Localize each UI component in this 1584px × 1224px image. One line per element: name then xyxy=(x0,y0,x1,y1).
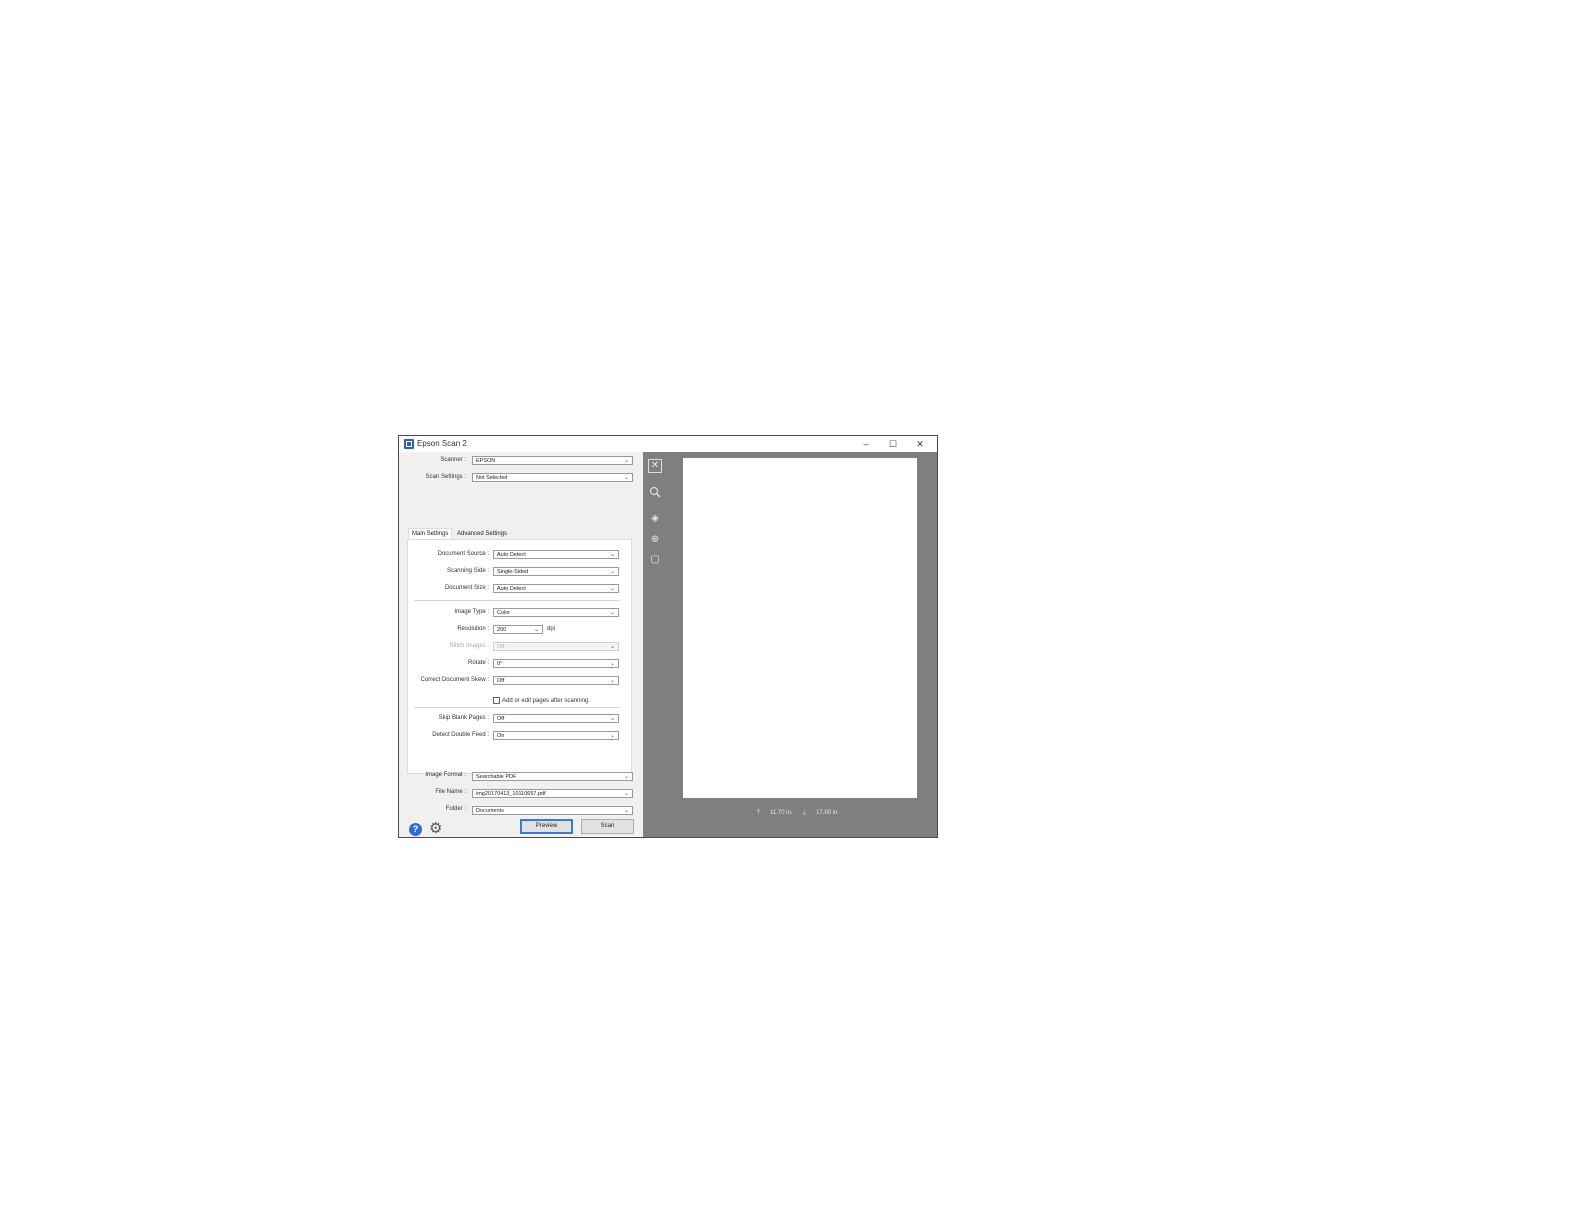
chevron-down-icon: ⌄ xyxy=(609,661,615,667)
height-icon: ⤓ xyxy=(803,810,806,816)
resolution-select[interactable]: 200 ⌄ xyxy=(493,625,543,634)
scanner-value: EPSON xyxy=(476,458,496,464)
main-settings-panel: Document Source : Auto Detect ⌄ Scanning … xyxy=(407,539,632,774)
skip-blank-label: Skip Blank Pages : xyxy=(438,715,489,721)
double-feed-label: Detect Double Feed : xyxy=(432,732,489,738)
rotate-value: 0° xyxy=(497,661,503,667)
image-format-label: Image Format : xyxy=(425,772,466,778)
minimize-button[interactable]: – xyxy=(855,437,877,451)
add-edit-pages-label[interactable]: Add or edit pages after scanning xyxy=(502,698,588,704)
preview-page xyxy=(683,458,917,798)
image-format-value: Searchable PDF xyxy=(476,774,517,780)
chevron-down-icon: ⌄ xyxy=(609,678,615,684)
document-size-label: Document Size : xyxy=(444,585,489,591)
preview-button[interactable]: Preview xyxy=(520,819,573,834)
document-source-label: Document Source : xyxy=(437,551,489,557)
double-feed-select[interactable]: On ⌄ xyxy=(493,731,619,740)
stitch-images-value: Off xyxy=(497,644,505,650)
chevron-down-icon: ⌄ xyxy=(609,569,615,575)
resolution-label: Resolution : xyxy=(457,626,489,632)
chevron-down-icon: ⌄ xyxy=(609,552,615,558)
document-source-value: Auto Detect xyxy=(497,552,526,558)
app-icon xyxy=(404,439,414,449)
document-size-value: Auto Detect xyxy=(497,586,526,592)
scan-settings-value: Not Selected xyxy=(476,475,508,481)
file-name-value: img20170413_10110657.pdf xyxy=(476,791,546,797)
chevron-down-icon: ⌄ xyxy=(609,716,615,722)
scanning-side-value: Single-Sided xyxy=(497,569,529,575)
scan-button[interactable]: Scan xyxy=(581,819,634,834)
double-feed-value: On xyxy=(497,733,505,739)
scanner-select[interactable]: EPSON ⌄ xyxy=(472,456,633,465)
zoom-icon[interactable] xyxy=(648,486,662,500)
chevron-down-icon: ⌄ xyxy=(609,644,615,650)
chevron-down-icon: ⌄ xyxy=(623,774,629,780)
settings-panel: Scanner : EPSON ⌄ Scan Settings : Not Sel… xyxy=(399,452,639,837)
epson-scan-window: Epson Scan 2 – ☐ ✕ Scanner : EPSON ⌄ Scan… xyxy=(398,435,938,838)
folder-value: Documents xyxy=(476,808,504,814)
scanning-side-select[interactable]: Single-Sided ⌄ xyxy=(493,567,619,576)
add-edit-pages-checkbox[interactable] xyxy=(493,697,500,704)
image-format-select[interactable]: Searchable PDF ⌄ xyxy=(472,772,633,781)
maximize-button[interactable]: ☐ xyxy=(882,437,904,451)
resolution-unit: dpi xyxy=(547,626,556,632)
document-size-select[interactable]: Auto Detect ⌄ xyxy=(493,584,619,593)
chevron-down-icon: ⌄ xyxy=(623,808,629,814)
height-value: 17.00 in. xyxy=(816,810,840,816)
rotate-label: Rotate : xyxy=(467,660,489,666)
rotate-select[interactable]: 0° ⌄ xyxy=(493,659,619,668)
window-title: Epson Scan 2 xyxy=(417,439,467,448)
file-name-select[interactable]: img20170413_10110657.pdf ⌄ xyxy=(472,789,633,798)
chevron-down-icon: ⌄ xyxy=(623,458,629,464)
scanning-side-label: Scanning Side : xyxy=(446,568,489,574)
image-type-value: Color xyxy=(497,610,511,616)
preview-area: ✕ ◈ ⊕ ▢ ⤒ 11.70 in. ⤓ 17.00 in. xyxy=(643,452,937,837)
width-value: 11.70 in. xyxy=(770,810,793,816)
scan-settings-label: Scan Settings : xyxy=(425,474,466,480)
width-icon: ⤒ xyxy=(757,810,760,816)
crop-icon[interactable]: ▢ xyxy=(648,553,662,567)
zoom-icon-graphic xyxy=(649,486,661,498)
folder-label: Folder : xyxy=(445,806,466,812)
file-name-label: File Name : xyxy=(435,789,466,795)
close-preview-icon[interactable]: ✕ xyxy=(648,459,662,473)
chevron-down-icon: ⌄ xyxy=(623,791,629,797)
folder-select[interactable]: Documents ⌄ xyxy=(472,806,633,815)
chevron-down-icon: ⌄ xyxy=(533,627,539,633)
chevron-down-icon: ⌄ xyxy=(609,586,615,592)
correct-skew-label: Correct Document Skew : xyxy=(420,677,489,683)
skip-blank-value: Off xyxy=(497,716,505,722)
chevron-down-icon: ⌄ xyxy=(609,733,615,739)
rotate-icon[interactable]: ◈ xyxy=(648,512,662,526)
resolution-value: 200 xyxy=(497,627,507,633)
chevron-down-icon: ⌄ xyxy=(609,610,615,616)
title-bar: Epson Scan 2 – ☐ ✕ xyxy=(399,436,937,452)
divider xyxy=(414,600,620,601)
correct-skew-select[interactable]: Off ⌄ xyxy=(493,676,619,685)
image-type-label: Image Type : xyxy=(454,609,489,615)
document-source-select[interactable]: Auto Detect ⌄ xyxy=(493,550,619,559)
scan-settings-select[interactable]: Not Selected ⌄ xyxy=(472,473,633,482)
chevron-down-icon: ⌄ xyxy=(623,475,629,481)
settings-gear-icon[interactable]: ⚙ xyxy=(429,821,442,836)
add-icon[interactable]: ⊕ xyxy=(648,533,662,547)
skip-blank-select[interactable]: Off ⌄ xyxy=(493,714,619,723)
close-button[interactable]: ✕ xyxy=(909,437,931,451)
scanner-label: Scanner : xyxy=(440,457,466,463)
divider xyxy=(414,707,620,708)
correct-skew-value: Off xyxy=(497,678,505,684)
stitch-images-select: Off ⌄ xyxy=(493,642,619,651)
help-icon[interactable]: ? xyxy=(409,823,422,836)
stitch-images-label: Stitch Images : xyxy=(449,643,489,649)
image-type-select[interactable]: Color ⌄ xyxy=(493,608,619,617)
